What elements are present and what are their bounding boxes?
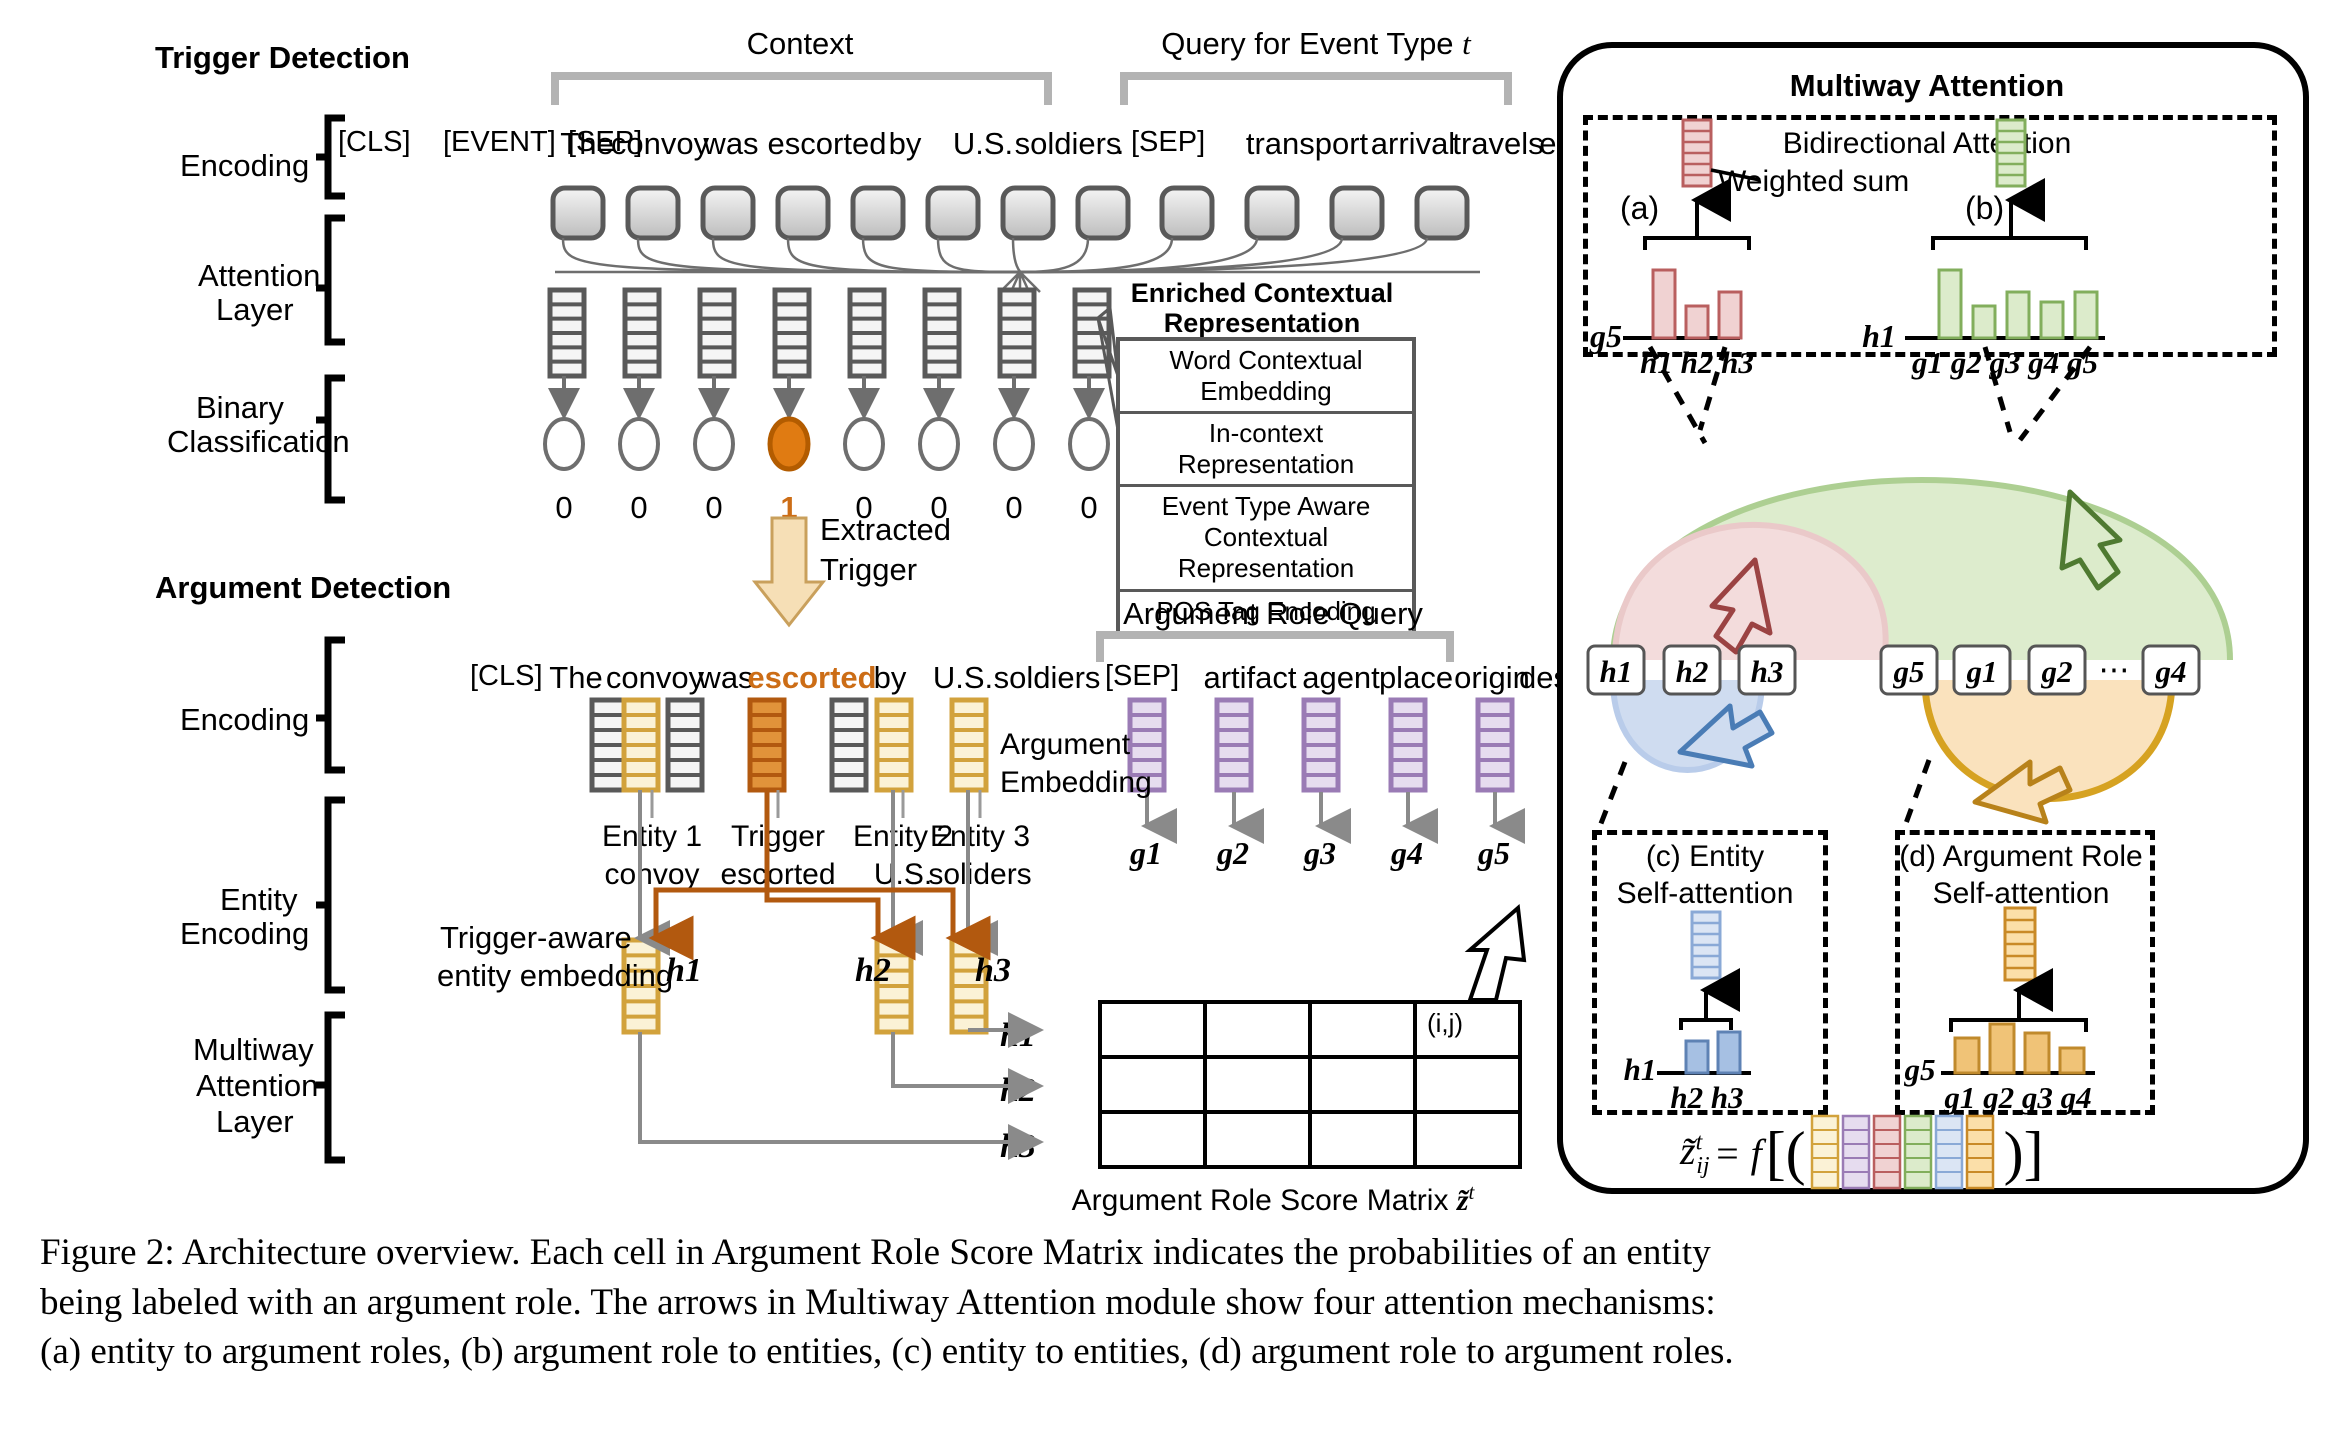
panel-c-query-label: h1 — [1623, 1052, 1657, 1087]
caption-line-3: (a) entity to argument roles, (b) argume… — [40, 1331, 1734, 1373]
formula-vector-svg — [1810, 1114, 1994, 1190]
panels-cd-svg — [1657, 906, 2095, 1075]
caption-line-2: being labeled with an argument role. The… — [40, 1281, 1716, 1323]
multiway-formula: z̃tij = f [( )] — [1680, 1110, 2044, 1196]
formula-brackets-close: )] — [2003, 1119, 2044, 1186]
caption-line-1: Figure 2: Architecture overview. Each ce… — [40, 1232, 1711, 1273]
formula-vectors — [1810, 1110, 2000, 1196]
formula-eq: = f — [1713, 1130, 1762, 1176]
figure-caption: Figure 2: Architecture overview. Each ce… — [40, 1228, 2300, 1377]
panel-d-tick-3: g4 — [2060, 1080, 2092, 1115]
panel-d-query-label: g5 — [1904, 1052, 1936, 1087]
formula-lhs: z̃tij — [1680, 1127, 1710, 1179]
formula-brackets-open: [( — [1765, 1119, 1806, 1186]
